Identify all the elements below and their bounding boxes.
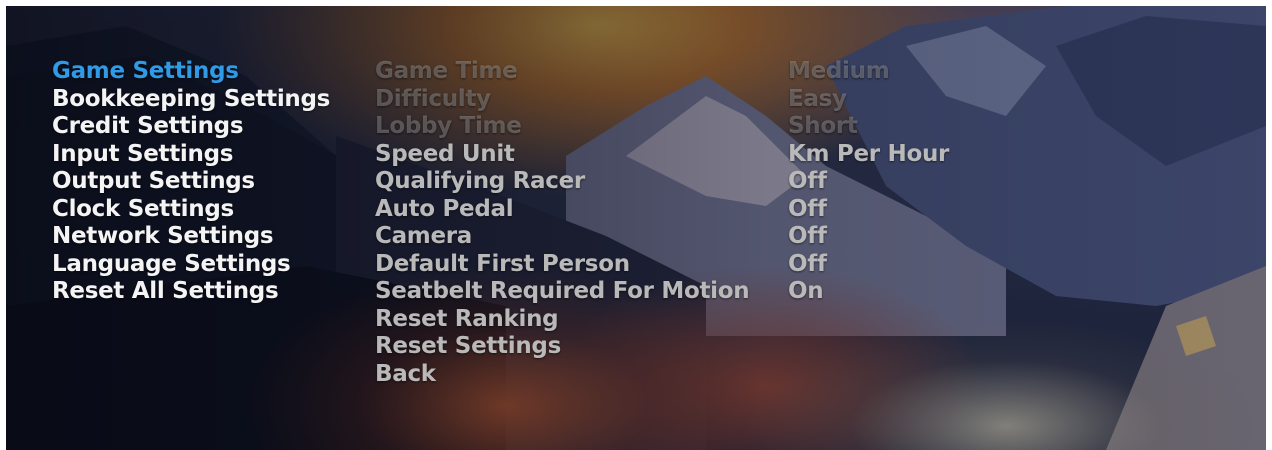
menu-item-game-settings[interactable]: Game Settings — [52, 58, 330, 86]
option-camera[interactable]: Camera — [375, 223, 749, 251]
value-seatbelt-required-for-motion: On — [788, 278, 824, 304]
menu-item-input-settings[interactable]: Input Settings — [52, 141, 330, 169]
menu-item-bookkeeping-settings[interactable]: Bookkeeping Settings — [52, 86, 330, 114]
option-auto-pedal[interactable]: Auto Pedal — [375, 196, 749, 224]
settings-screen: Game Settings Bookkeeping Settings Credi… — [6, 6, 1266, 450]
option-reset-settings[interactable]: Reset Settings — [375, 333, 749, 361]
value-speed-unit: Km Per Hour — [788, 140, 950, 167]
option-reset-ranking[interactable]: Reset Ranking — [375, 306, 749, 334]
game-settings-values: Medium Easy Short Km Per Hour Off Off Of… — [788, 58, 949, 306]
option-speed-unit[interactable]: Speed Unit — [375, 141, 749, 169]
option-seatbelt-required-for-motion[interactable]: Seatbelt Required For Motion — [375, 278, 750, 306]
value-qualifying-racer: Off — [788, 168, 827, 194]
option-qualifying-racer[interactable]: Qualifying Racer — [375, 168, 749, 196]
value-game-time: Medium — [788, 58, 890, 84]
value-auto-pedal: Off — [788, 195, 827, 222]
value-difficulty: Easy — [788, 85, 847, 112]
menu-item-output-settings[interactable]: Output Settings — [52, 168, 330, 196]
option-back[interactable]: Back — [375, 361, 749, 389]
menu-item-clock-settings[interactable]: Clock Settings — [52, 196, 330, 224]
option-difficulty[interactable]: Difficulty — [375, 86, 749, 114]
menu-item-reset-all-settings[interactable]: Reset All Settings — [52, 278, 330, 306]
value-default-first-person: Off — [788, 250, 827, 277]
value-lobby-time: Short — [788, 113, 858, 139]
value-camera: Off — [788, 223, 827, 249]
menu-item-credit-settings[interactable]: Credit Settings — [52, 113, 330, 141]
option-lobby-time[interactable]: Lobby Time — [375, 113, 749, 141]
menu-item-network-settings[interactable]: Network Settings — [52, 223, 330, 251]
option-game-time[interactable]: Game Time — [375, 58, 749, 86]
option-default-first-person[interactable]: Default First Person — [375, 251, 749, 279]
menu-item-language-settings[interactable]: Language Settings — [52, 251, 330, 279]
settings-menu: Game Settings Bookkeeping Settings Credi… — [52, 58, 330, 306]
game-settings-options: Game Time Difficulty Lobby Time Speed Un… — [375, 58, 750, 389]
